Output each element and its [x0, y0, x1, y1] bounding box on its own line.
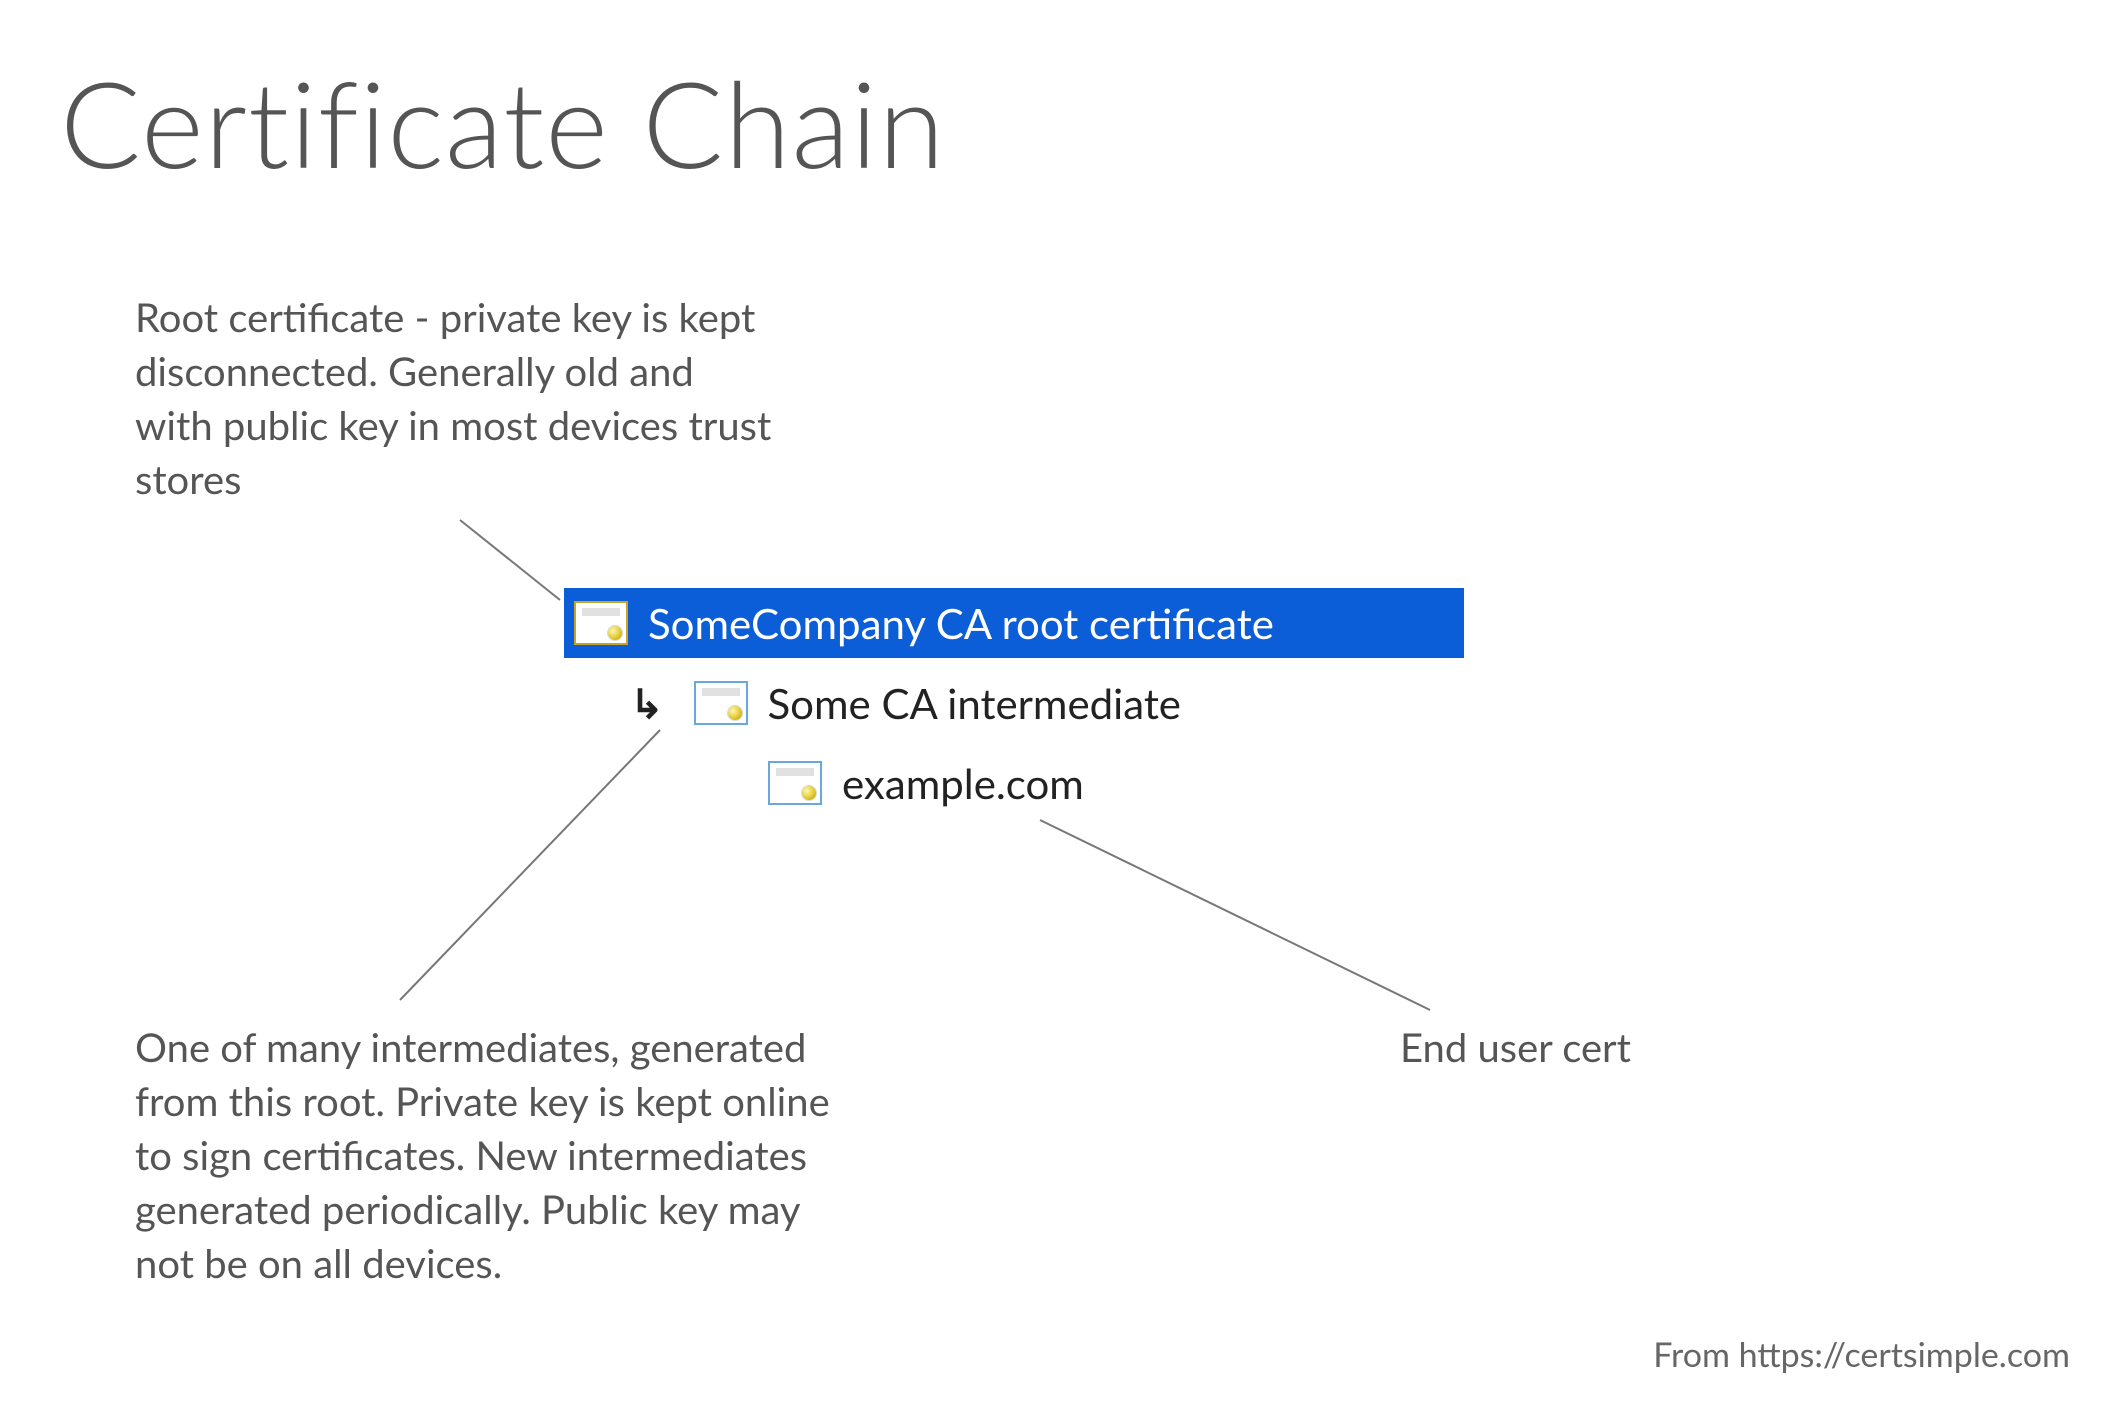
annotation-end: End user cert	[1400, 1020, 1800, 1074]
cert-row-root: SomeCompany CA root certificate	[564, 588, 1464, 658]
cert-row-end: example.com	[768, 748, 1084, 818]
slide: Certificate Chain Root certificate - pri…	[0, 0, 2120, 1405]
cert-label-intermediate: Some CA intermediate	[768, 678, 1181, 728]
slide-title: Certificate Chain	[60, 50, 945, 194]
certificate-icon	[768, 761, 822, 805]
footer-attribution: From https://certsimple.com	[1653, 1334, 2070, 1375]
certificate-icon	[694, 681, 748, 725]
cert-label-end: example.com	[842, 758, 1084, 808]
cert-row-intermediate: ↳ Some CA intermediate	[630, 668, 1181, 738]
annotation-root: Root certificate - private key is kept d…	[135, 290, 775, 506]
child-arrow-icon: ↳	[630, 679, 664, 728]
annotation-intermediate: One of many intermediates, generated fro…	[135, 1020, 835, 1290]
certificate-icon	[574, 601, 628, 645]
cert-label-root: SomeCompany CA root certificate	[648, 598, 1274, 648]
